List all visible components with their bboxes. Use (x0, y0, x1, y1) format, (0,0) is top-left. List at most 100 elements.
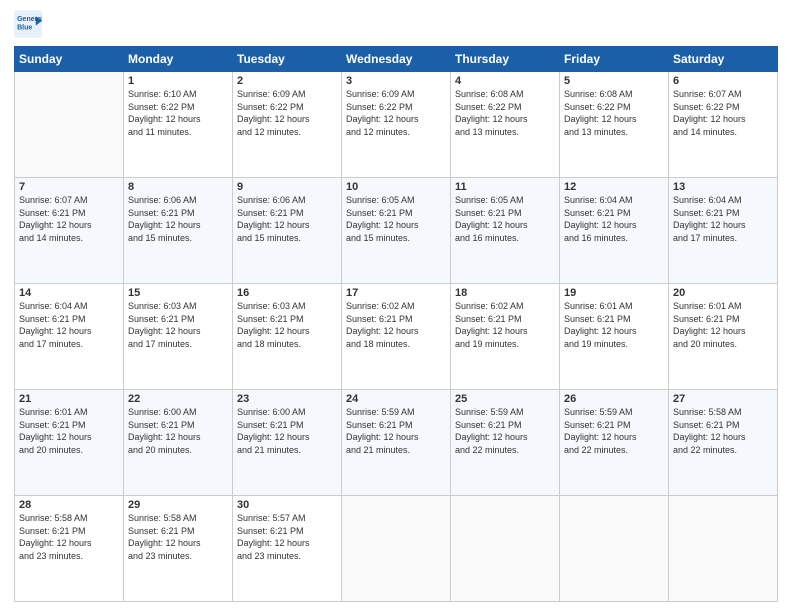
weekday-header-monday: Monday (124, 47, 233, 72)
calendar-cell: 18Sunrise: 6:02 AM Sunset: 6:21 PM Dayli… (451, 284, 560, 390)
calendar-cell: 4Sunrise: 6:08 AM Sunset: 6:22 PM Daylig… (451, 72, 560, 178)
logo-icon: General Blue (14, 10, 42, 38)
calendar-cell: 29Sunrise: 5:58 AM Sunset: 6:21 PM Dayli… (124, 496, 233, 602)
weekday-header-thursday: Thursday (451, 47, 560, 72)
day-number: 12 (564, 181, 664, 193)
day-number: 20 (673, 287, 773, 299)
calendar-cell: 6Sunrise: 6:07 AM Sunset: 6:22 PM Daylig… (669, 72, 778, 178)
day-info: Sunrise: 6:09 AM Sunset: 6:22 PM Dayligh… (237, 88, 337, 138)
calendar-cell: 23Sunrise: 6:00 AM Sunset: 6:21 PM Dayli… (233, 390, 342, 496)
day-number: 24 (346, 393, 446, 405)
day-number: 19 (564, 287, 664, 299)
day-info: Sunrise: 5:58 AM Sunset: 6:21 PM Dayligh… (673, 406, 773, 456)
day-number: 4 (455, 75, 555, 87)
calendar-cell (669, 496, 778, 602)
calendar-cell: 3Sunrise: 6:09 AM Sunset: 6:22 PM Daylig… (342, 72, 451, 178)
weekday-header-row: SundayMondayTuesdayWednesdayThursdayFrid… (15, 47, 778, 72)
weekday-header-sunday: Sunday (15, 47, 124, 72)
calendar-cell: 25Sunrise: 5:59 AM Sunset: 6:21 PM Dayli… (451, 390, 560, 496)
day-info: Sunrise: 6:04 AM Sunset: 6:21 PM Dayligh… (564, 194, 664, 244)
calendar-cell: 1Sunrise: 6:10 AM Sunset: 6:22 PM Daylig… (124, 72, 233, 178)
calendar-cell: 21Sunrise: 6:01 AM Sunset: 6:21 PM Dayli… (15, 390, 124, 496)
calendar-week-3: 14Sunrise: 6:04 AM Sunset: 6:21 PM Dayli… (15, 284, 778, 390)
day-number: 2 (237, 75, 337, 87)
calendar-cell: 16Sunrise: 6:03 AM Sunset: 6:21 PM Dayli… (233, 284, 342, 390)
calendar-cell: 24Sunrise: 5:59 AM Sunset: 6:21 PM Dayli… (342, 390, 451, 496)
calendar-cell (342, 496, 451, 602)
day-info: Sunrise: 6:03 AM Sunset: 6:21 PM Dayligh… (237, 300, 337, 350)
day-number: 8 (128, 181, 228, 193)
calendar-cell (560, 496, 669, 602)
calendar-cell: 12Sunrise: 6:04 AM Sunset: 6:21 PM Dayli… (560, 178, 669, 284)
calendar-cell: 19Sunrise: 6:01 AM Sunset: 6:21 PM Dayli… (560, 284, 669, 390)
calendar-cell: 9Sunrise: 6:06 AM Sunset: 6:21 PM Daylig… (233, 178, 342, 284)
calendar-cell: 26Sunrise: 5:59 AM Sunset: 6:21 PM Dayli… (560, 390, 669, 496)
calendar-cell: 14Sunrise: 6:04 AM Sunset: 6:21 PM Dayli… (15, 284, 124, 390)
day-number: 6 (673, 75, 773, 87)
day-info: Sunrise: 5:59 AM Sunset: 6:21 PM Dayligh… (564, 406, 664, 456)
calendar-cell: 8Sunrise: 6:06 AM Sunset: 6:21 PM Daylig… (124, 178, 233, 284)
calendar-cell: 7Sunrise: 6:07 AM Sunset: 6:21 PM Daylig… (15, 178, 124, 284)
day-info: Sunrise: 6:08 AM Sunset: 6:22 PM Dayligh… (455, 88, 555, 138)
svg-text:Blue: Blue (17, 24, 32, 31)
day-info: Sunrise: 6:05 AM Sunset: 6:21 PM Dayligh… (346, 194, 446, 244)
calendar-week-1: 1Sunrise: 6:10 AM Sunset: 6:22 PM Daylig… (15, 72, 778, 178)
calendar-cell: 11Sunrise: 6:05 AM Sunset: 6:21 PM Dayli… (451, 178, 560, 284)
day-number: 13 (673, 181, 773, 193)
day-info: Sunrise: 6:04 AM Sunset: 6:21 PM Dayligh… (673, 194, 773, 244)
day-number: 5 (564, 75, 664, 87)
page: General Blue SundayMondayTuesdayWednesda… (0, 0, 792, 612)
day-info: Sunrise: 6:10 AM Sunset: 6:22 PM Dayligh… (128, 88, 228, 138)
day-info: Sunrise: 5:59 AM Sunset: 6:21 PM Dayligh… (455, 406, 555, 456)
day-number: 11 (455, 181, 555, 193)
day-number: 10 (346, 181, 446, 193)
day-number: 22 (128, 393, 228, 405)
weekday-header-tuesday: Tuesday (233, 47, 342, 72)
day-number: 26 (564, 393, 664, 405)
day-number: 15 (128, 287, 228, 299)
day-info: Sunrise: 6:02 AM Sunset: 6:21 PM Dayligh… (346, 300, 446, 350)
header: General Blue (14, 10, 778, 38)
day-number: 9 (237, 181, 337, 193)
day-number: 7 (19, 181, 119, 193)
day-info: Sunrise: 6:04 AM Sunset: 6:21 PM Dayligh… (19, 300, 119, 350)
calendar-cell: 30Sunrise: 5:57 AM Sunset: 6:21 PM Dayli… (233, 496, 342, 602)
day-number: 16 (237, 287, 337, 299)
day-info: Sunrise: 6:07 AM Sunset: 6:21 PM Dayligh… (19, 194, 119, 244)
day-info: Sunrise: 6:07 AM Sunset: 6:22 PM Dayligh… (673, 88, 773, 138)
calendar-cell: 10Sunrise: 6:05 AM Sunset: 6:21 PM Dayli… (342, 178, 451, 284)
day-info: Sunrise: 5:57 AM Sunset: 6:21 PM Dayligh… (237, 512, 337, 562)
day-number: 27 (673, 393, 773, 405)
day-number: 18 (455, 287, 555, 299)
day-number: 3 (346, 75, 446, 87)
calendar-cell: 15Sunrise: 6:03 AM Sunset: 6:21 PM Dayli… (124, 284, 233, 390)
calendar-cell: 20Sunrise: 6:01 AM Sunset: 6:21 PM Dayli… (669, 284, 778, 390)
calendar-cell: 13Sunrise: 6:04 AM Sunset: 6:21 PM Dayli… (669, 178, 778, 284)
day-number: 17 (346, 287, 446, 299)
day-info: Sunrise: 6:01 AM Sunset: 6:21 PM Dayligh… (564, 300, 664, 350)
day-info: Sunrise: 5:59 AM Sunset: 6:21 PM Dayligh… (346, 406, 446, 456)
day-info: Sunrise: 5:58 AM Sunset: 6:21 PM Dayligh… (128, 512, 228, 562)
day-number: 23 (237, 393, 337, 405)
calendar-cell: 17Sunrise: 6:02 AM Sunset: 6:21 PM Dayli… (342, 284, 451, 390)
day-info: Sunrise: 6:08 AM Sunset: 6:22 PM Dayligh… (564, 88, 664, 138)
day-info: Sunrise: 6:06 AM Sunset: 6:21 PM Dayligh… (128, 194, 228, 244)
calendar-cell: 28Sunrise: 5:58 AM Sunset: 6:21 PM Dayli… (15, 496, 124, 602)
day-number: 28 (19, 499, 119, 511)
day-number: 30 (237, 499, 337, 511)
calendar-week-5: 28Sunrise: 5:58 AM Sunset: 6:21 PM Dayli… (15, 496, 778, 602)
calendar-cell (15, 72, 124, 178)
calendar-cell: 2Sunrise: 6:09 AM Sunset: 6:22 PM Daylig… (233, 72, 342, 178)
calendar-cell: 5Sunrise: 6:08 AM Sunset: 6:22 PM Daylig… (560, 72, 669, 178)
day-info: Sunrise: 5:58 AM Sunset: 6:21 PM Dayligh… (19, 512, 119, 562)
day-info: Sunrise: 6:01 AM Sunset: 6:21 PM Dayligh… (19, 406, 119, 456)
day-info: Sunrise: 6:05 AM Sunset: 6:21 PM Dayligh… (455, 194, 555, 244)
day-info: Sunrise: 6:06 AM Sunset: 6:21 PM Dayligh… (237, 194, 337, 244)
weekday-header-wednesday: Wednesday (342, 47, 451, 72)
logo: General Blue (14, 10, 46, 38)
weekday-header-saturday: Saturday (669, 47, 778, 72)
calendar-table: SundayMondayTuesdayWednesdayThursdayFrid… (14, 46, 778, 602)
day-number: 1 (128, 75, 228, 87)
calendar-cell: 22Sunrise: 6:00 AM Sunset: 6:21 PM Dayli… (124, 390, 233, 496)
day-number: 21 (19, 393, 119, 405)
